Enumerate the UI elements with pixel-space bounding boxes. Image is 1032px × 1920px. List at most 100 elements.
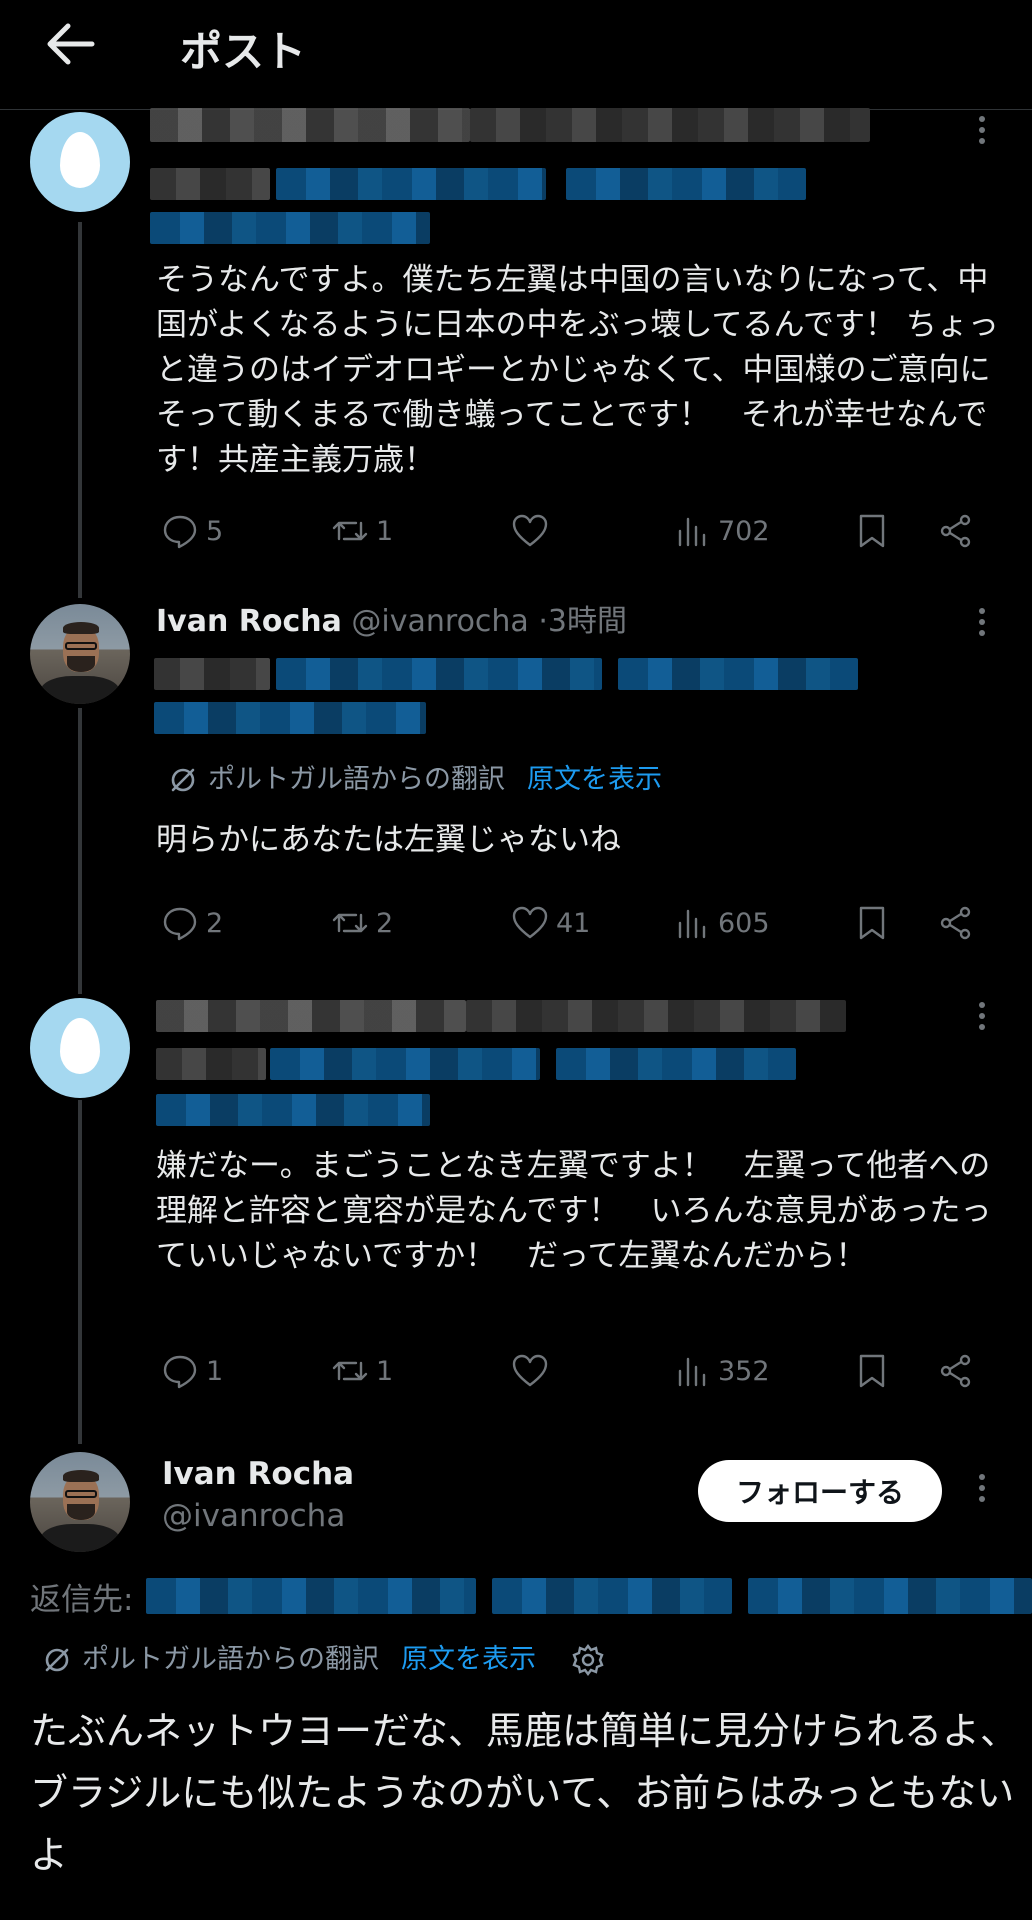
reply-button[interactable]: 2 bbox=[160, 900, 223, 946]
translate-icon bbox=[42, 1645, 72, 1675]
avatar[interactable] bbox=[30, 604, 130, 704]
show-original-link[interactable]: 原文を表示 bbox=[401, 1640, 536, 1680]
reply-icon bbox=[163, 1355, 197, 1389]
repost-count: 1 bbox=[376, 1355, 394, 1387]
action-bar: 1 1 352 bbox=[156, 1348, 996, 1394]
repost-icon bbox=[332, 1361, 368, 1381]
reply-count: 5 bbox=[206, 515, 224, 547]
back-arrow-icon[interactable] bbox=[44, 20, 96, 68]
like-count: 41 bbox=[556, 907, 591, 939]
views-button[interactable]: 605 bbox=[672, 900, 770, 946]
avatar[interactable] bbox=[30, 998, 130, 1098]
author-handle[interactable]: @ivanrocha bbox=[351, 604, 528, 639]
thread-line bbox=[78, 708, 82, 994]
views-count: 352 bbox=[718, 1355, 770, 1387]
reply-to-label: 返信先: bbox=[30, 1582, 134, 1618]
more-icon[interactable] bbox=[976, 114, 988, 150]
redacted-username bbox=[150, 108, 470, 142]
share-button[interactable] bbox=[936, 508, 976, 554]
gear-icon[interactable] bbox=[570, 1642, 606, 1678]
like-button[interactable]: 41 bbox=[510, 900, 590, 946]
views-button[interactable]: 702 bbox=[672, 508, 770, 554]
share-icon bbox=[940, 906, 971, 940]
separator: · bbox=[538, 604, 548, 639]
redacted-reply-to bbox=[150, 212, 430, 244]
views-icon bbox=[678, 517, 706, 547]
bookmark-icon bbox=[859, 1354, 885, 1388]
thread-line bbox=[78, 222, 82, 598]
redacted-reply-to bbox=[492, 1578, 732, 1614]
redacted-reply-to bbox=[150, 168, 270, 200]
reply-icon bbox=[163, 515, 197, 549]
translate-icon bbox=[168, 765, 198, 795]
egg-icon bbox=[60, 132, 100, 188]
follow-button[interactable]: フォローする bbox=[698, 1460, 942, 1522]
redacted-reply-to bbox=[556, 1048, 796, 1080]
redacted-reply-to bbox=[156, 1048, 266, 1080]
reply-count: 1 bbox=[206, 1355, 224, 1387]
share-button[interactable] bbox=[936, 1348, 976, 1394]
like-icon bbox=[512, 906, 548, 939]
like-button[interactable] bbox=[510, 508, 556, 554]
avatar[interactable] bbox=[30, 1452, 130, 1552]
more-icon[interactable] bbox=[976, 1000, 988, 1036]
like-icon bbox=[512, 514, 548, 547]
show-original-link[interactable]: 原文を表示 bbox=[527, 760, 662, 800]
translation-notice: ポルトガル語からの翻訳 原文を表示 bbox=[168, 760, 662, 800]
redacted-reply-to bbox=[618, 658, 858, 690]
page-title: ポスト bbox=[180, 27, 307, 76]
views-button[interactable]: 352 bbox=[672, 1348, 770, 1394]
avatar[interactable] bbox=[30, 112, 130, 212]
like-button[interactable] bbox=[510, 1348, 556, 1394]
reply-button[interactable]: 5 bbox=[160, 508, 223, 554]
main-post-text: たぶんネットウヨーだな、馬鹿は簡単に見分けられるよ、ブラジルにも似たようなのがい… bbox=[30, 1709, 1019, 1877]
translation-notice: ポルトガル語からの翻訳 原文を表示 bbox=[42, 1640, 606, 1680]
views-icon bbox=[678, 909, 706, 939]
translation-source: ポルトガル語からの翻訳 bbox=[208, 764, 505, 795]
action-bar: 5 1 702 bbox=[156, 508, 996, 554]
repost-icon bbox=[332, 913, 368, 933]
share-icon bbox=[940, 1354, 971, 1388]
author-handle[interactable]: @ivanrocha bbox=[162, 1498, 345, 1534]
thread-line bbox=[78, 1100, 82, 1444]
author-name[interactable]: Ivan Rocha bbox=[162, 1456, 354, 1492]
bookmark-button[interactable] bbox=[852, 508, 892, 554]
share-button[interactable] bbox=[936, 900, 976, 946]
repost-button[interactable]: 1 bbox=[330, 1348, 393, 1394]
repost-count: 2 bbox=[376, 907, 394, 939]
redacted-reply-to bbox=[748, 1578, 1032, 1614]
redacted-reply-to bbox=[154, 658, 270, 690]
more-icon[interactable] bbox=[976, 1472, 988, 1508]
post-time[interactable]: 3時間 bbox=[548, 604, 627, 639]
redacted-handle bbox=[470, 108, 870, 142]
action-bar: 2 2 41 605 bbox=[156, 900, 996, 946]
views-count: 702 bbox=[718, 515, 770, 547]
top-bar: ポスト bbox=[0, 0, 1032, 110]
redacted-reply-to bbox=[154, 702, 426, 734]
repost-button[interactable]: 1 bbox=[330, 508, 393, 554]
share-icon bbox=[940, 514, 971, 548]
redacted-reply-to bbox=[156, 1094, 430, 1126]
redacted-reply-to bbox=[276, 168, 546, 200]
repost-count: 1 bbox=[376, 515, 394, 547]
views-icon bbox=[678, 1357, 706, 1387]
redacted-reply-to bbox=[276, 658, 602, 690]
reply-count: 2 bbox=[206, 907, 224, 939]
like-icon bbox=[512, 1354, 548, 1387]
redacted-reply-to bbox=[270, 1048, 540, 1080]
repost-icon bbox=[332, 521, 368, 541]
repost-button[interactable]: 2 bbox=[330, 900, 393, 946]
redacted-reply-to bbox=[146, 1578, 476, 1614]
post-text: そうなんですよ。僕たち左翼は中国の言いなりになって、中国がよくなるように日本の中… bbox=[156, 262, 999, 478]
more-icon[interactable] bbox=[976, 606, 988, 642]
post-author-line: Ivan Rocha @ivanrocha ·3時間 bbox=[156, 602, 627, 642]
author-name[interactable]: Ivan Rocha bbox=[156, 604, 342, 639]
post-text: 明らかにあなたは左翼じゃないね bbox=[156, 822, 621, 858]
redacted-username bbox=[156, 1000, 466, 1032]
bookmark-icon bbox=[859, 906, 885, 940]
reply-icon bbox=[163, 907, 197, 941]
redacted-reply-to bbox=[566, 168, 806, 200]
reply-button[interactable]: 1 bbox=[160, 1348, 223, 1394]
bookmark-button[interactable] bbox=[852, 1348, 892, 1394]
bookmark-button[interactable] bbox=[852, 900, 892, 946]
